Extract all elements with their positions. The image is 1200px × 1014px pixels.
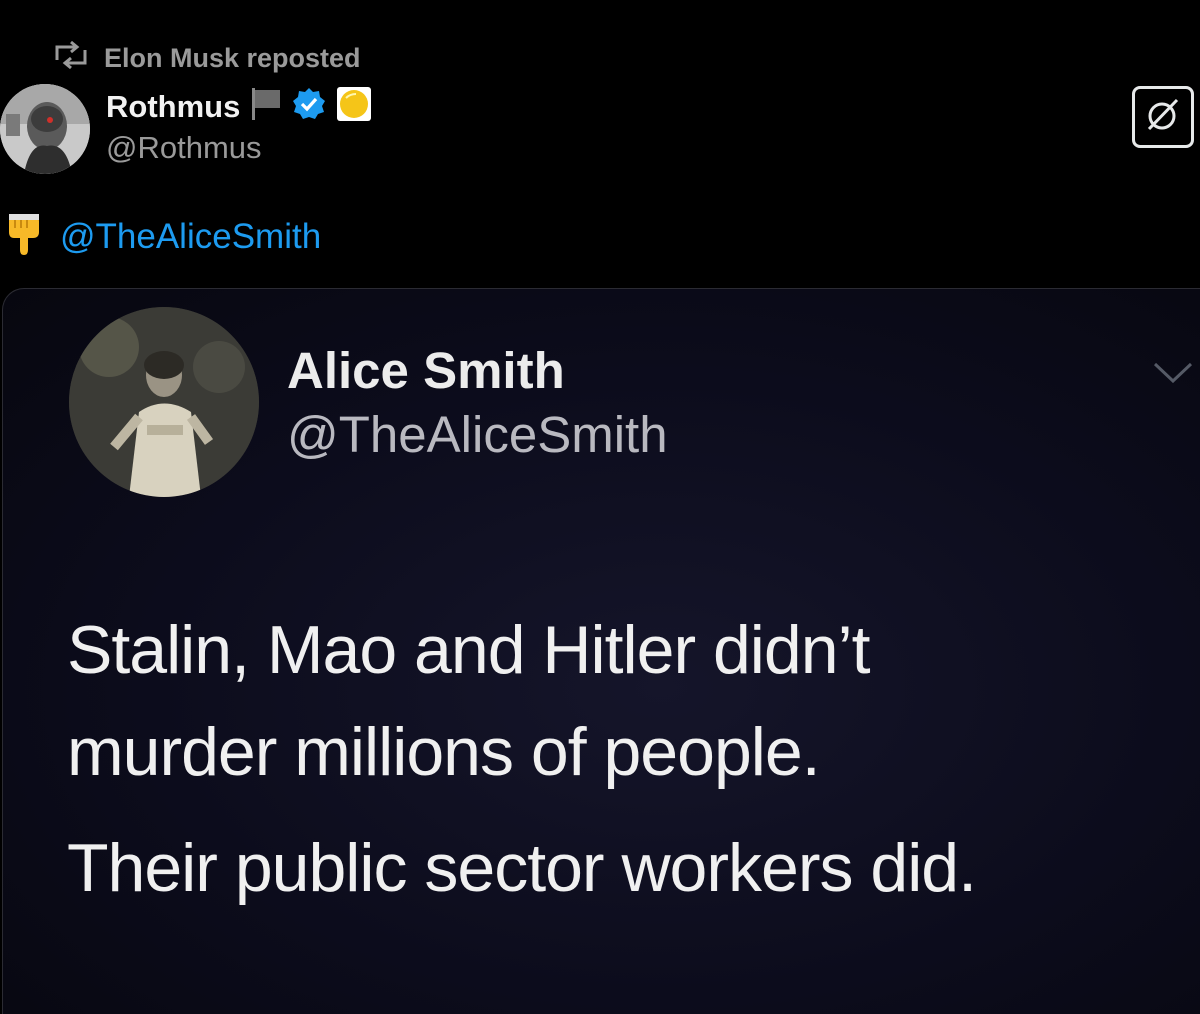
tweet-body: @TheAliceSmith — [6, 212, 321, 261]
avatar[interactable] — [0, 84, 90, 174]
chevron-down-icon — [1152, 361, 1194, 390]
author-handle[interactable]: @Rothmus — [106, 130, 262, 166]
author-name-row[interactable]: Rothmus — [106, 86, 372, 127]
embedded-text-line: Stalin, Mao and Hitler didn’t — [67, 612, 871, 688]
verified-badge-icon[interactable] — [292, 87, 326, 126]
grok-icon — [1143, 95, 1183, 140]
mention-link[interactable]: @TheAliceSmith — [60, 217, 321, 257]
repost-icon — [52, 40, 90, 77]
embedded-post-text: Stalin, Mao and Hitler didn’t murder mil… — [67, 599, 1167, 919]
flag-icon — [250, 86, 282, 127]
embedded-author-handle: @TheAliceSmith — [287, 406, 668, 463]
yellow-circle-icon — [336, 86, 372, 127]
pointing-down-icon — [6, 212, 42, 261]
embedded-author-name: Alice Smith — [287, 342, 565, 399]
embedded-text-line: Their public sector workers did. — [67, 830, 977, 906]
embedded-text-line: murder millions of people. — [67, 714, 821, 790]
repost-label: Elon Musk reposted — [104, 43, 361, 73]
repost-indicator[interactable]: Elon Musk reposted — [52, 40, 361, 77]
tweet-media-image[interactable]: Alice Smith @TheAliceSmith Stalin, Mao a… — [2, 288, 1200, 1014]
embedded-avatar — [69, 307, 259, 497]
grok-button[interactable] — [1132, 86, 1194, 148]
author-name[interactable]: Rothmus — [106, 89, 240, 125]
